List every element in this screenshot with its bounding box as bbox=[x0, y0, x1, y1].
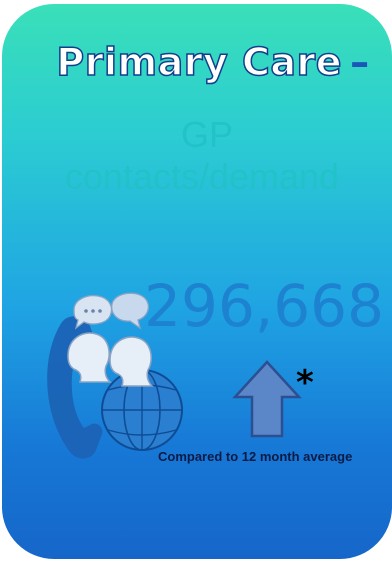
card-title-dash: – bbox=[350, 40, 370, 84]
metric-card: Primary Care – GP contacts/demand 296,668 bbox=[2, 4, 392, 559]
footnote-asterisk: * bbox=[296, 363, 314, 403]
footnote-text: Compared to 12 month average bbox=[158, 449, 353, 464]
card-title-text: Primary Care bbox=[56, 39, 343, 85]
contacts-value: 296,668 bbox=[144, 272, 384, 340]
card-subtitle-line2: contacts/demand bbox=[64, 156, 340, 197]
card-subtitle-line1: GP bbox=[180, 114, 233, 155]
card-title: Primary Care – bbox=[2, 39, 392, 85]
arrow-up-icon bbox=[232, 359, 302, 439]
